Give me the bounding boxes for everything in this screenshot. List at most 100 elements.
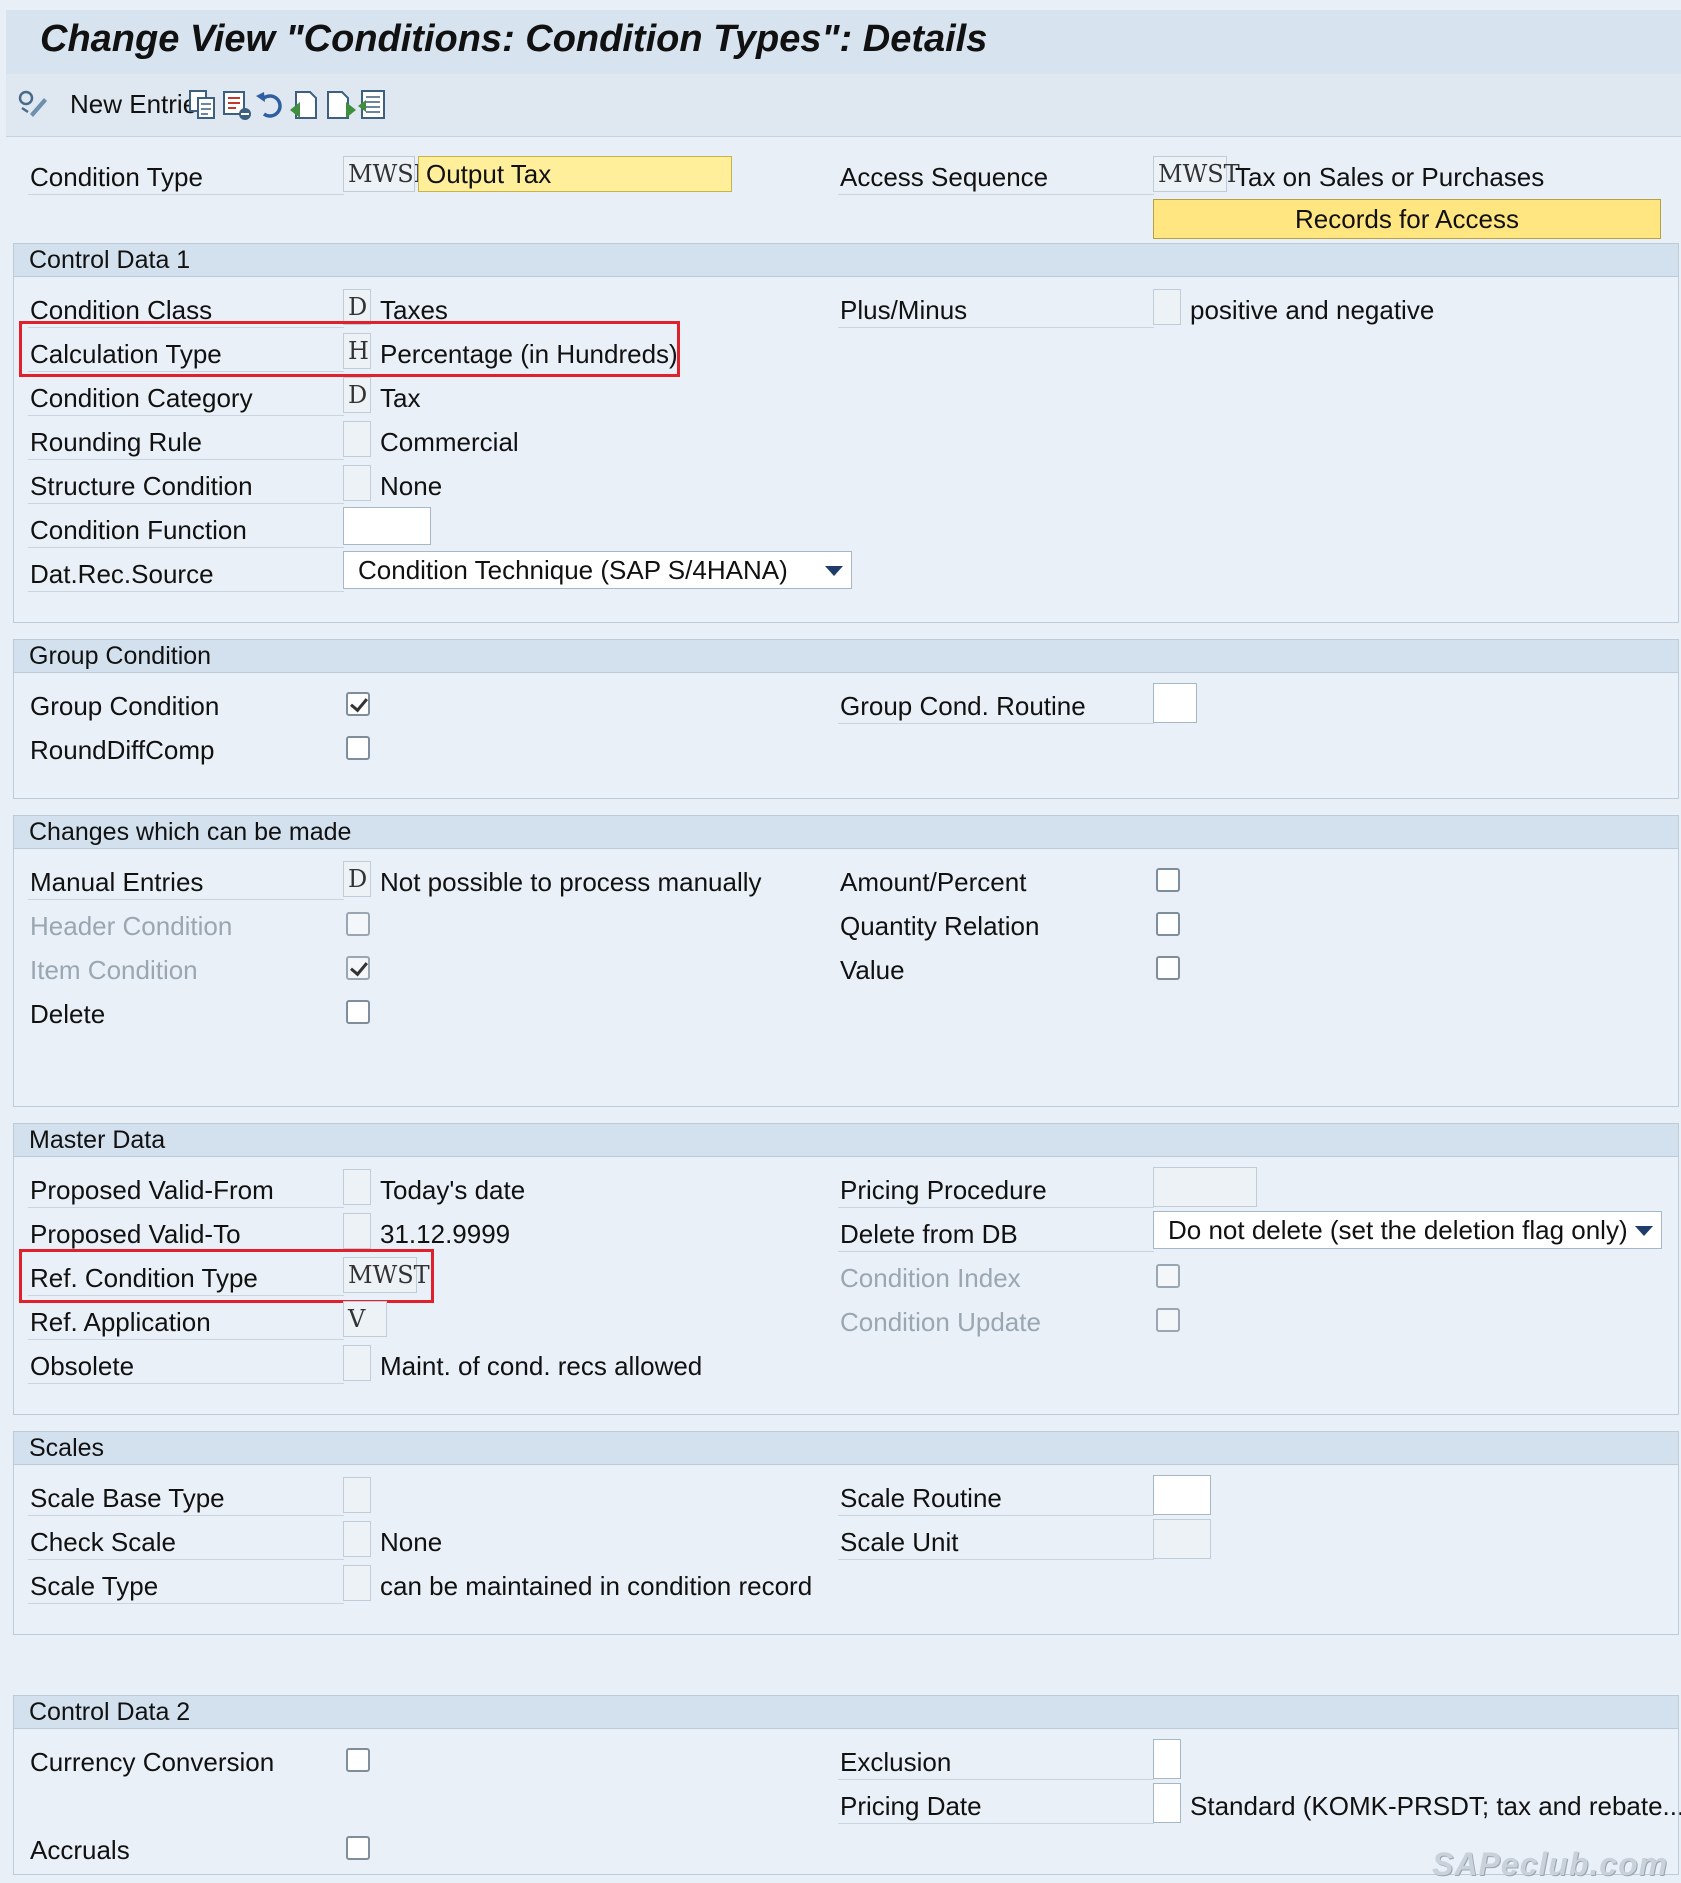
amount-percent-checkbox[interactable]	[1156, 868, 1180, 892]
display-change-icon[interactable]	[16, 88, 50, 122]
next-entry-icon[interactable]	[324, 88, 358, 122]
scale-base-type-label: Scale Base Type	[30, 1483, 225, 1513]
amount-percent-label: Amount/Percent	[840, 867, 1027, 897]
pricing-date-label: Pricing Date	[840, 1791, 982, 1821]
condition-type-label: Condition Type	[30, 162, 203, 192]
condition-update-checkbox[interactable]	[1156, 1308, 1180, 1332]
pricing-date-description: Standard (KOMK-PRSDT; tax and rebate...	[1190, 1791, 1681, 1821]
underline	[28, 1383, 344, 1384]
underline	[28, 1339, 344, 1340]
item-condition-checkbox[interactable]	[346, 956, 370, 980]
delete-from-db-label: Delete from DB	[840, 1219, 1018, 1249]
rounding-rule-description: Commercial	[380, 427, 519, 457]
currency-conversion-checkbox[interactable]	[346, 1748, 370, 1772]
proposed-valid-to-field[interactable]	[343, 1213, 371, 1249]
underline	[838, 1559, 1154, 1560]
underline	[838, 1823, 1154, 1824]
control-data-2-section: Control Data 2	[13, 1695, 1679, 1875]
records-for-access-button[interactable]: Records for Access	[1153, 199, 1661, 239]
section-header: Control Data 1	[14, 244, 1678, 277]
underline	[28, 415, 344, 416]
proposed-valid-from-field[interactable]	[343, 1169, 371, 1205]
proposed-valid-to-label: Proposed Valid-To	[30, 1219, 241, 1249]
access-sequence-description: Tax on Sales or Purchases	[1235, 162, 1545, 192]
plus-minus-label: Plus/Minus	[840, 295, 968, 325]
dropdown-value: Do not delete (set the deletion flag onl…	[1168, 1215, 1628, 1245]
group-cond-routine-field[interactable]	[1153, 683, 1197, 723]
condition-function-field[interactable]	[343, 507, 431, 545]
exclusion-label: Exclusion	[840, 1747, 952, 1777]
scale-routine-field[interactable]	[1153, 1475, 1211, 1515]
check-scale-label: Check Scale	[30, 1527, 176, 1557]
obsolete-field[interactable]	[343, 1345, 371, 1381]
condition-type-description-field[interactable]: Output Tax	[418, 156, 732, 192]
scale-type-field[interactable]	[343, 1565, 371, 1601]
underline	[28, 899, 344, 900]
structure-condition-field[interactable]	[343, 465, 371, 501]
obsolete-description: Maint. of cond. recs allowed	[380, 1351, 703, 1381]
dropdown-arrow-icon[interactable]	[1635, 1226, 1653, 1236]
pricing-procedure-field[interactable]	[1153, 1167, 1257, 1207]
ref-application-field[interactable]: V	[343, 1301, 387, 1337]
section-title: Control Data 1	[29, 246, 191, 274]
accruals-checkbox[interactable]	[346, 1836, 370, 1860]
underline	[28, 1515, 344, 1516]
exclusion-field[interactable]	[1153, 1739, 1181, 1779]
section-title: Changes which can be made	[29, 818, 352, 846]
header-condition-checkbox[interactable]	[346, 912, 370, 936]
quantity-relation-checkbox[interactable]	[1156, 912, 1180, 936]
data-record-source-label: Dat.Rec.Source	[30, 559, 214, 589]
condition-type-code-field[interactable]: MWSI	[343, 156, 423, 192]
application-toolbar: New Entries	[6, 74, 1681, 137]
underline	[28, 459, 344, 460]
delete-checkbox[interactable]	[346, 1000, 370, 1024]
data-record-source-dropdown[interactable]: Condition Technique (SAP S/4HANA)	[343, 551, 852, 589]
manual-entries-field[interactable]: D	[343, 861, 371, 897]
rounddiffcomp-checkbox[interactable]	[346, 736, 370, 760]
highlight-box-ref-condition-type	[19, 1249, 434, 1303]
group-condition-checkbox[interactable]	[346, 692, 370, 716]
condition-index-label: Condition Index	[840, 1263, 1021, 1293]
dropdown-arrow-icon[interactable]	[825, 566, 843, 576]
underline	[28, 1207, 344, 1208]
condition-index-checkbox[interactable]	[1156, 1264, 1180, 1288]
value-checkbox[interactable]	[1156, 956, 1180, 980]
scale-base-type-field[interactable]	[343, 1477, 371, 1513]
underline	[838, 327, 1154, 328]
proposed-valid-to-description: 31.12.9999	[380, 1219, 511, 1249]
scale-type-description: can be maintained in condition record	[380, 1571, 813, 1601]
access-sequence-label: Access Sequence	[840, 162, 1049, 192]
proposed-valid-from-description: Today's date	[380, 1175, 526, 1205]
pricing-procedure-label: Pricing Procedure	[840, 1175, 1047, 1205]
delete-label: Delete	[30, 999, 106, 1029]
delete-icon[interactable]	[220, 88, 254, 122]
currency-conversion-label: Currency Conversion	[30, 1747, 275, 1777]
dropdown-value: Condition Technique (SAP S/4HANA)	[358, 555, 788, 585]
proposed-valid-from-label: Proposed Valid-From	[30, 1175, 274, 1205]
delete-from-db-dropdown[interactable]: Do not delete (set the deletion flag onl…	[1153, 1211, 1662, 1249]
obsolete-label: Obsolete	[30, 1351, 135, 1381]
structure-condition-description: None	[380, 471, 443, 501]
undo-icon[interactable]	[254, 88, 288, 122]
select-all-icon[interactable]	[356, 88, 390, 122]
rounding-rule-field[interactable]	[343, 421, 371, 457]
plus-minus-field[interactable]	[1153, 289, 1181, 325]
scale-unit-label: Scale Unit	[840, 1527, 959, 1557]
rounddiffcomp-label: RoundDiffComp	[30, 735, 215, 765]
pricing-date-field[interactable]	[1153, 1783, 1181, 1823]
section-header: Group Condition	[14, 640, 1678, 673]
watermark: SAPeclub.com	[1432, 1846, 1669, 1882]
condition-category-field[interactable]: D	[343, 377, 371, 413]
section-header: Master Data	[14, 1124, 1678, 1157]
group-cond-routine-label: Group Cond. Routine	[840, 691, 1086, 721]
check-scale-field[interactable]	[343, 1521, 371, 1557]
group-condition-label: Group Condition	[30, 691, 220, 721]
scale-type-label: Scale Type	[30, 1571, 159, 1601]
copy-icon[interactable]	[186, 88, 220, 122]
plus-minus-description: positive and negative	[1190, 295, 1435, 325]
scale-unit-field[interactable]	[1153, 1519, 1211, 1559]
condition-class-field[interactable]: D	[343, 289, 371, 325]
access-sequence-code-field[interactable]: MWST	[1153, 156, 1240, 192]
previous-entry-icon[interactable]	[288, 88, 322, 122]
manual-entries-description: Not possible to process manually	[380, 867, 762, 897]
